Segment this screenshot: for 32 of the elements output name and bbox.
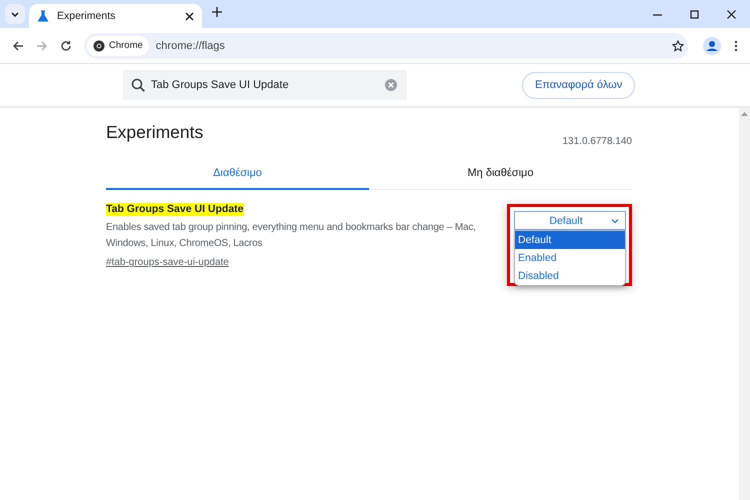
menu-icon[interactable]: [734, 40, 738, 52]
version-text: 131.0.6778.140: [562, 136, 632, 147]
site-chip[interactable]: Chrome: [87, 36, 149, 56]
browser-tab[interactable]: Experiments: [29, 4, 202, 28]
dropdown-option[interactable]: Enabled: [515, 249, 625, 267]
star-icon[interactable]: [672, 40, 684, 52]
chevron-down-icon[interactable]: [10, 10, 20, 18]
search-field[interactable]: Tab Groups Save UI Update: [123, 70, 407, 100]
page-title: Experiments: [106, 122, 204, 143]
flag-description: Enables saved tab group pinning, everything menu and bookmarks bar change – Mac, Windows, Linux, ChromeOS, Lacros: [106, 221, 477, 251]
dropdown-option[interactable]: Disabled: [515, 267, 625, 285]
chrome-logo-icon[interactable]: [93, 40, 105, 52]
flag-select[interactable]: Default: [514, 211, 626, 230]
search-icon[interactable]: [131, 78, 145, 92]
avatar-icon[interactable]: [702, 36, 722, 56]
tab[interactable]: Μη διαθέσιμο: [369, 159, 632, 190]
back-icon[interactable]: [12, 40, 24, 52]
flask-icon[interactable]: [37, 10, 49, 22]
maximize-icon[interactable]: [690, 10, 699, 18]
reload-icon[interactable]: [60, 40, 72, 52]
tab[interactable]: Διαθέσιμο: [106, 159, 369, 190]
flag-title: Tab Groups Save UI Update: [106, 203, 244, 216]
tab-search-button[interactable]: [5, 4, 25, 24]
close-icon[interactable]: [727, 10, 736, 18]
url-text[interactable]: chrome://flags: [156, 40, 672, 52]
close-icon[interactable]: [185, 12, 194, 20]
dropdown-option[interactable]: Default: [515, 231, 625, 249]
flag-link[interactable]: #tab-groups-save-ui-update: [106, 257, 229, 268]
clear-icon[interactable]: [385, 79, 397, 91]
new-tab-icon[interactable]: [212, 7, 222, 17]
scrollbar[interactable]: [739, 108, 750, 500]
reset-all-button[interactable]: Επαναφορά όλων: [522, 72, 636, 98]
